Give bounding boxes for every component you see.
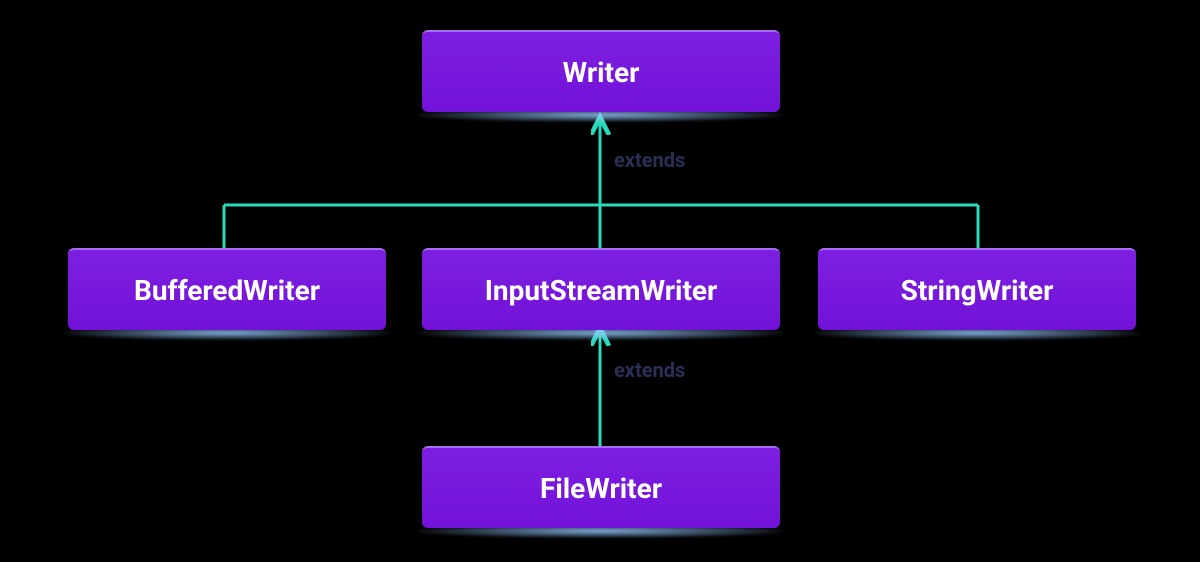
node-stringwriter-label: StringWriter <box>901 274 1054 307</box>
extends-label-top: extends <box>614 148 685 172</box>
node-inputstreamwriter-label: InputStreamWriter <box>485 274 718 307</box>
node-filewriter-label: FileWriter <box>540 472 662 505</box>
node-inputstreamwriter: InputStreamWriter <box>422 248 780 330</box>
node-stringwriter: StringWriter <box>818 248 1136 330</box>
extends-label-bottom: extends <box>614 358 685 382</box>
node-writer: Writer <box>422 30 780 112</box>
node-bufferedwriter-label: BufferedWriter <box>134 274 320 307</box>
node-writer-label: Writer <box>563 56 640 89</box>
node-filewriter: FileWriter <box>422 446 780 528</box>
class-hierarchy-diagram: extends extends Writer BufferedWriter In… <box>0 0 1200 562</box>
node-bufferedwriter: BufferedWriter <box>68 248 386 330</box>
